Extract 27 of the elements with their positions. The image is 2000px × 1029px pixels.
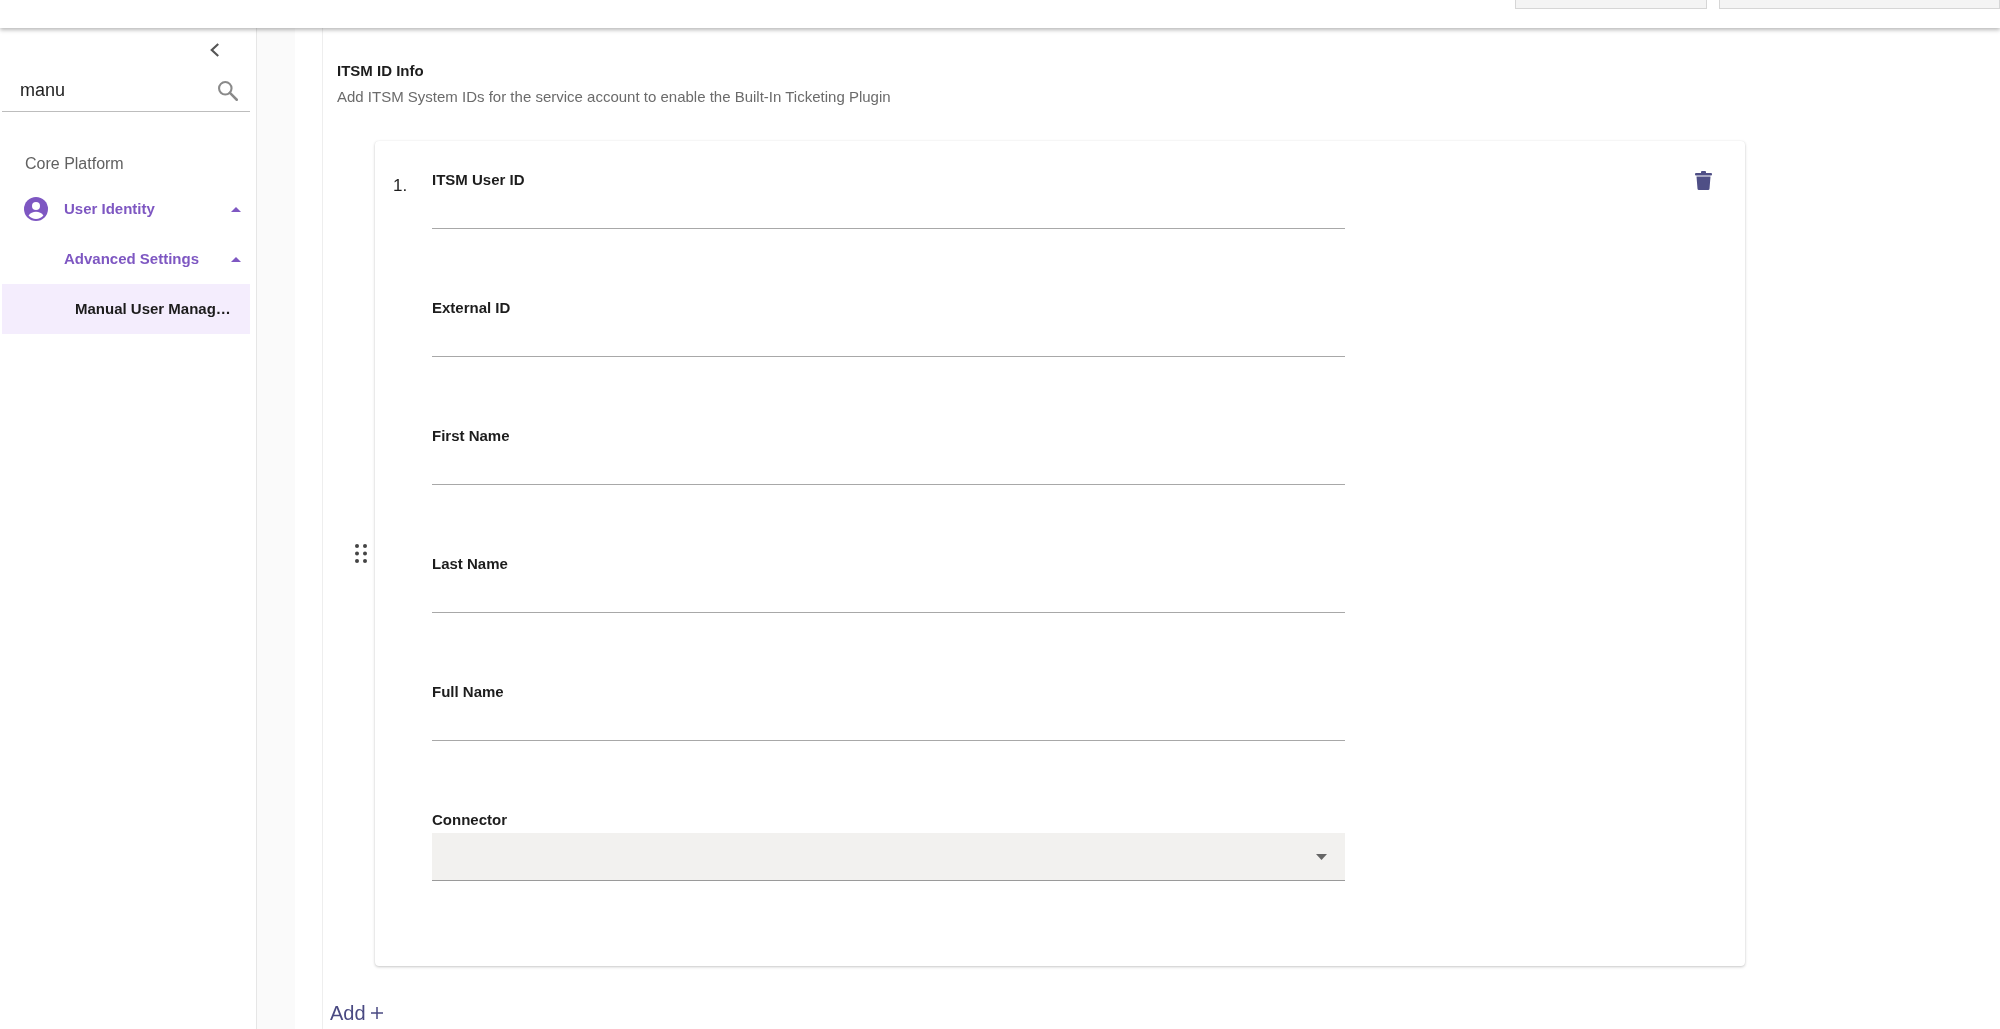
field-label: First Name [432,427,511,445]
field-label: ITSM User ID [432,171,526,189]
caret-up-icon[interactable] [231,256,241,262]
field-label: Last Name [432,555,509,573]
entry-number: 1. [393,175,409,196]
field-label: Connector [432,811,508,829]
add-button[interactable]: Add [330,1001,384,1025]
section-heading: Core Platform [24,154,125,174]
caret-down-icon [1316,853,1327,860]
sidebar-item[interactable]: Manual User Manag… [2,284,250,334]
field-label: Full Name [432,683,505,701]
plus-icon [369,1006,384,1020]
header-field[interactable] [1515,0,1707,9]
field-label: External ID [432,299,512,317]
section-title: ITSM ID Info [337,61,425,81]
person-icon [24,197,48,221]
select-field[interactable] [432,833,1345,881]
drag-handle-icon[interactable] [355,544,367,563]
sidebar-item[interactable]: Advanced Settings [2,234,250,284]
caret-up-icon[interactable] [231,206,241,212]
section-description: Add ITSM System IDs for the service account to enable the Built-In Ticketing Plugin [337,87,892,107]
search-field[interactable]: manu [20,70,210,111]
sidebar-item[interactable]: User Identity [2,184,250,234]
chevron-left-icon[interactable] [210,43,220,57]
header-field[interactable] [1719,0,2000,9]
search-icon[interactable] [218,80,238,101]
trash-icon[interactable] [1695,171,1712,190]
